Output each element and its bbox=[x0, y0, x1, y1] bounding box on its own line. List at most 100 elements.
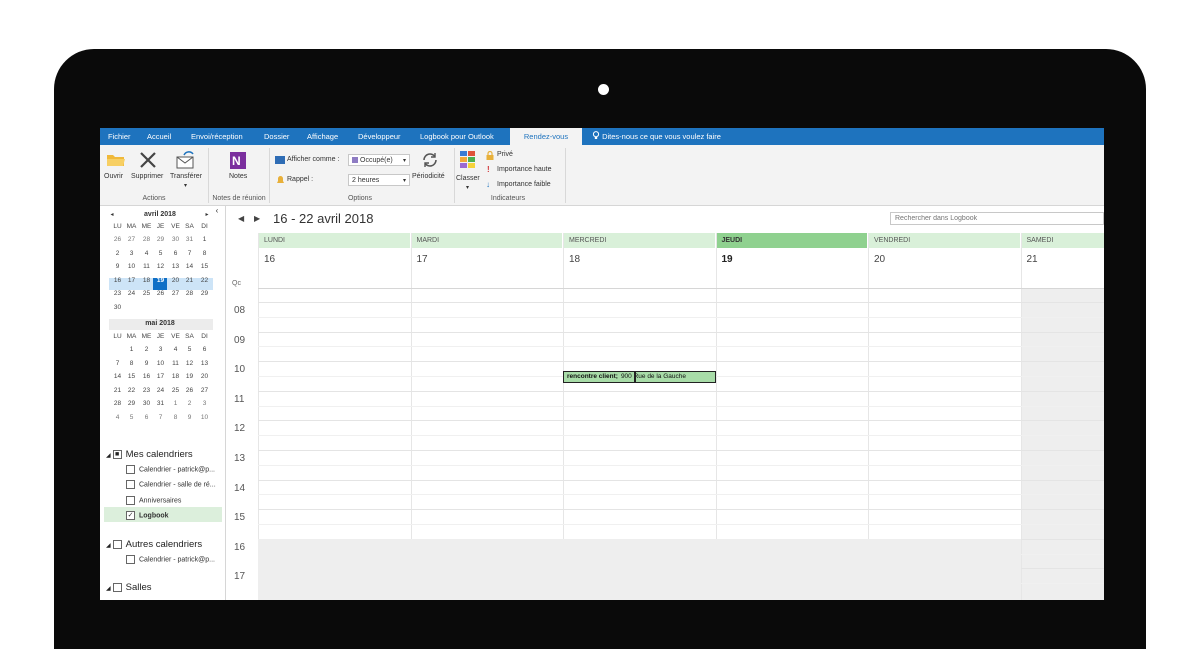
tab-logbook[interactable]: Logbook pour Outlook bbox=[420, 128, 494, 145]
mini-cal-day[interactable]: 14 bbox=[111, 373, 124, 380]
prev-week-icon[interactable]: ◀ bbox=[238, 214, 244, 223]
mini-cal-day[interactable]: 12 bbox=[154, 263, 167, 270]
mini-cal-day[interactable]: 17 bbox=[125, 277, 138, 284]
mini-cal-day[interactable]: 29 bbox=[154, 236, 167, 243]
next-week-icon[interactable]: ▶ bbox=[254, 214, 260, 223]
day-header[interactable]: MARDI bbox=[410, 233, 562, 248]
mini-cal-day[interactable]: 9 bbox=[140, 360, 153, 367]
mini-cal-day[interactable]: 26 bbox=[183, 387, 196, 394]
mini-cal-day[interactable]: 4 bbox=[140, 250, 153, 257]
mini-cal-day[interactable]: 23 bbox=[111, 290, 124, 297]
calendar-item-other-patrick[interactable]: Calendrier - patrick@p... bbox=[126, 555, 215, 564]
mini-cal-day[interactable]: 18 bbox=[169, 373, 182, 380]
mini-cal-day[interactable]: 21 bbox=[111, 387, 124, 394]
mini-cal-day[interactable]: 5 bbox=[154, 250, 167, 257]
mini-cal-day[interactable]: 19 bbox=[183, 373, 196, 380]
mini-cal-day[interactable]: 3 bbox=[198, 400, 211, 407]
categorize-button[interactable]: Classer ▾ bbox=[456, 149, 484, 193]
mini-cal-day[interactable]: 6 bbox=[169, 250, 182, 257]
mini-cal-day[interactable]: 7 bbox=[111, 360, 124, 367]
mini-cal-day[interactable]: 30 bbox=[111, 304, 124, 311]
mini-cal-day[interactable]: 2 bbox=[183, 400, 196, 407]
mini-cal-day[interactable]: 25 bbox=[140, 290, 153, 297]
mini-cal-day[interactable]: 10 bbox=[198, 414, 211, 421]
day-header[interactable]: SAMEDI bbox=[1020, 233, 1104, 248]
checkbox[interactable] bbox=[126, 496, 135, 505]
forward-dropdown-icon[interactable]: ▾ bbox=[184, 182, 187, 189]
group-checkbox[interactable] bbox=[112, 582, 122, 592]
mini-cal-day[interactable]: 15 bbox=[125, 373, 138, 380]
tab-affichage[interactable]: Affichage bbox=[307, 128, 338, 145]
mini-cal-day[interactable]: 22 bbox=[125, 387, 138, 394]
tell-me-box[interactable]: Dites-nous ce que vous voulez faire bbox=[592, 128, 721, 145]
day-header[interactable]: JEUDI bbox=[715, 233, 867, 248]
mini-cal-day[interactable]: 4 bbox=[169, 346, 182, 353]
reminder-dropdown[interactable]: 2 heures ▾ bbox=[348, 174, 410, 186]
mini-cal-day[interactable]: 27 bbox=[169, 290, 182, 297]
mini-cal-day[interactable]: 7 bbox=[154, 414, 167, 421]
tab-envoi-reception[interactable]: Envoi/réception bbox=[191, 128, 243, 145]
mini-cal-day[interactable]: 25 bbox=[169, 387, 182, 394]
mini-cal-day[interactable]: 31 bbox=[183, 236, 196, 243]
checkbox[interactable] bbox=[126, 465, 135, 474]
recurrence-button[interactable]: Périodicité bbox=[411, 149, 451, 189]
delete-button[interactable]: Supprimer bbox=[130, 149, 166, 189]
tab-dossier[interactable]: Dossier bbox=[264, 128, 289, 145]
tab-developpeur[interactable]: Développeur bbox=[358, 128, 401, 145]
tab-rendez-vous[interactable]: Rendez-vous bbox=[510, 128, 582, 145]
mini-cal-day[interactable]: 18 bbox=[140, 277, 153, 284]
mini-cal-day[interactable]: 19 bbox=[154, 277, 167, 284]
mini-cal-day[interactable]: 4 bbox=[111, 414, 124, 421]
calendar-item-logbook[interactable]: ✓ Logbook bbox=[126, 511, 169, 520]
mini-cal-day[interactable]: 28 bbox=[140, 236, 153, 243]
mini-cal-day[interactable]: 5 bbox=[125, 414, 138, 421]
mini-cal-day[interactable]: 11 bbox=[169, 360, 182, 367]
mini-cal-day[interactable]: 1 bbox=[169, 400, 182, 407]
mini-cal-day[interactable]: 6 bbox=[140, 414, 153, 421]
mini-cal-day[interactable]: 30 bbox=[169, 236, 182, 243]
calendar-item-patrick[interactable]: Calendrier - patrick@p... bbox=[126, 465, 215, 474]
mini-cal-day[interactable]: 9 bbox=[111, 263, 124, 270]
calendar-item-birthdays[interactable]: Anniversaires bbox=[126, 496, 181, 505]
mini-cal-day[interactable]: 24 bbox=[154, 387, 167, 394]
mini-cal-day[interactable]: 11 bbox=[140, 263, 153, 270]
mini-cal-day[interactable]: 30 bbox=[140, 400, 153, 407]
mini-cal-day[interactable]: 14 bbox=[183, 263, 196, 270]
day-header[interactable]: MERCREDI bbox=[563, 233, 715, 248]
open-button[interactable]: Ouvrir bbox=[104, 149, 128, 189]
mini-cal-day[interactable]: 27 bbox=[198, 387, 211, 394]
day-header[interactable]: LUNDI bbox=[258, 233, 410, 248]
mini-cal-day[interactable]: 24 bbox=[125, 290, 138, 297]
mini-cal-day[interactable]: 29 bbox=[125, 400, 138, 407]
my-calendars-group[interactable]: ◢ ■ Mes calendriers bbox=[106, 449, 193, 460]
mini-cal-day[interactable]: 13 bbox=[169, 263, 182, 270]
mini-cal-day[interactable]: 22 bbox=[198, 277, 211, 284]
mini-cal-day[interactable]: 20 bbox=[198, 373, 211, 380]
mini-cal-day[interactable]: 29 bbox=[198, 290, 211, 297]
mini-cal-day[interactable]: 8 bbox=[198, 250, 211, 257]
checkbox[interactable] bbox=[126, 555, 135, 564]
mini-cal-day[interactable]: 3 bbox=[154, 346, 167, 353]
collapse-pane-icon[interactable]: ‹ bbox=[213, 206, 221, 215]
group-checkbox[interactable]: ■ bbox=[112, 449, 122, 459]
mini-cal-day[interactable]: 9 bbox=[183, 414, 196, 421]
mini-cal-day[interactable]: 15 bbox=[198, 263, 211, 270]
day-header[interactable]: VENDREDI bbox=[868, 233, 1020, 248]
mini-cal-day[interactable]: 26 bbox=[154, 290, 167, 297]
mini-cal-day[interactable]: 8 bbox=[169, 414, 182, 421]
group-checkbox[interactable] bbox=[112, 539, 122, 549]
mini-cal-day[interactable]: 2 bbox=[140, 346, 153, 353]
mini-cal-day[interactable]: 5 bbox=[183, 346, 196, 353]
mini-cal-day[interactable]: 28 bbox=[111, 400, 124, 407]
mini-cal-day[interactable]: 7 bbox=[183, 250, 196, 257]
checkbox-checked[interactable]: ✓ bbox=[126, 511, 135, 520]
notes-button[interactable]: N Notes bbox=[220, 149, 256, 189]
mini-cal-day[interactable]: 1 bbox=[125, 346, 138, 353]
mini-cal-day[interactable]: 31 bbox=[154, 400, 167, 407]
forward-button[interactable]: Transférer ▾ bbox=[170, 149, 204, 193]
mini-cal-day[interactable]: 28 bbox=[183, 290, 196, 297]
tab-fichier[interactable]: Fichier bbox=[108, 128, 131, 145]
next-month-icon[interactable]: ▸ bbox=[204, 211, 210, 218]
mini-cal-day[interactable]: 8 bbox=[125, 360, 138, 367]
mini-cal-day[interactable]: 26 bbox=[111, 236, 124, 243]
